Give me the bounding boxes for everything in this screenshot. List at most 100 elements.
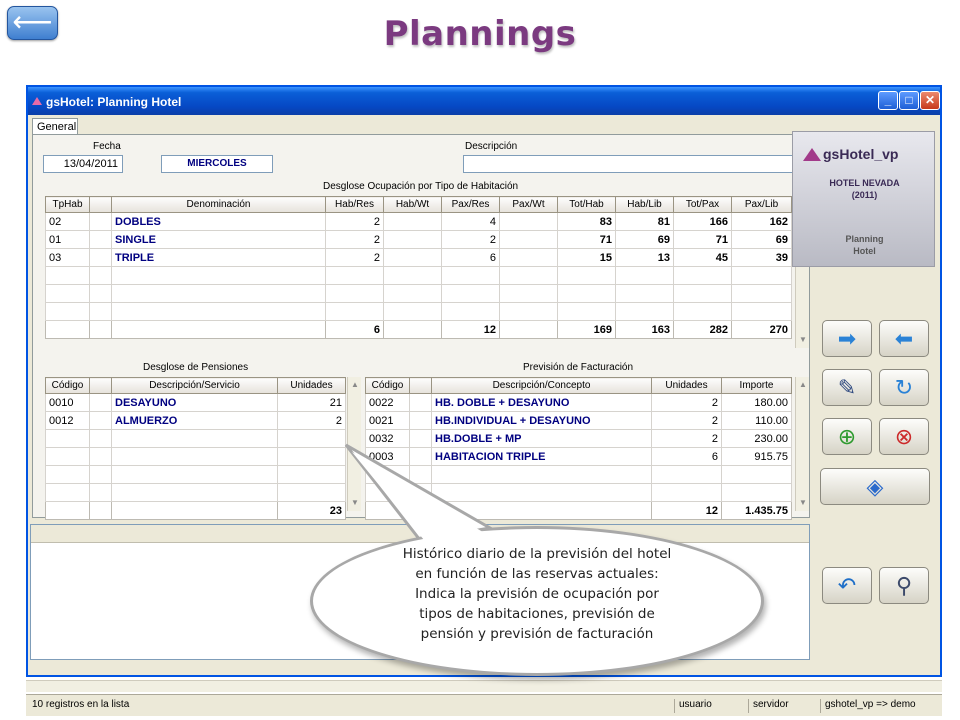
col-header[interactable]: Hab/Lib — [615, 196, 674, 213]
cell-unidades: 2 — [651, 411, 722, 430]
cell-descripcion: ALMUERZO — [111, 411, 278, 430]
table-row-empty — [45, 284, 792, 303]
status-server: servidor — [748, 699, 789, 713]
col-header[interactable]: Pax/Res — [441, 196, 500, 213]
col-header[interactable]: TpHab — [45, 196, 90, 213]
database-add-icon: ⊕ — [837, 423, 857, 449]
window-titlebar[interactable]: gsHotel: Planning Hotel _ □ ✕ — [28, 87, 940, 115]
cell-pax-wt — [499, 230, 558, 249]
cell-hab-lib: 13 — [615, 248, 674, 267]
billing-scrollbar[interactable]: ▲ ▼ — [795, 377, 809, 511]
callout-line: tipos de habitaciones, previsión de — [419, 606, 655, 622]
col-header[interactable] — [89, 377, 112, 394]
horizontal-scrollbar[interactable] — [26, 680, 942, 692]
cell-tphab: 03 — [45, 248, 90, 267]
col-header[interactable]: Descripción/Servicio — [111, 377, 278, 394]
col-header[interactable] — [89, 196, 112, 213]
view-report-button[interactable]: ◈ — [820, 468, 930, 505]
col-header[interactable]: Unidades — [277, 377, 346, 394]
cell-pax-lib: 69 — [731, 230, 792, 249]
window-title: gsHotel: Planning Hotel — [46, 95, 182, 109]
total-pax-res: 12 — [441, 320, 500, 339]
scroll-down-icon[interactable]: ▼ — [797, 497, 809, 509]
col-header[interactable] — [409, 377, 432, 394]
table-row[interactable]: 0021 HB.INDIVIDUAL + DESAYUNO 2 110.00 — [365, 411, 792, 430]
col-header[interactable]: Denominación — [111, 196, 326, 213]
col-header[interactable]: Importe — [721, 377, 792, 394]
scroll-down-icon[interactable]: ▼ — [349, 497, 361, 509]
col-header[interactable]: Hab/Res — [325, 196, 384, 213]
previous-button[interactable]: ⬅ — [879, 320, 929, 357]
database-delete-icon: ⊗ — [894, 423, 914, 449]
close-button[interactable]: ✕ — [920, 91, 940, 110]
document-refresh-icon: ↻ — [894, 374, 914, 400]
table-row[interactable]: 0003 HABITACION TRIPLE 6 915.75 — [365, 447, 792, 466]
col-header[interactable]: Tot/Pax — [673, 196, 732, 213]
cell-empty — [89, 393, 112, 412]
table-row-empty — [45, 465, 346, 484]
occupancy-header-row: TpHab Denominación Hab/Res Hab/Wt Pax/Re… — [45, 196, 792, 213]
cell-hab-res: 2 — [325, 212, 384, 231]
col-header[interactable]: Código — [365, 377, 410, 394]
refresh-button[interactable]: ↻ — [879, 369, 929, 406]
module-name-line1: Planning — [845, 234, 884, 244]
undo-button[interactable]: ↶ — [822, 567, 872, 604]
fecha-field[interactable]: 13/04/2011 — [43, 155, 123, 173]
arrow-left-icon: ⬅ — [894, 325, 914, 351]
cell-codigo: 0012 — [45, 411, 90, 430]
billing-header-row: Código Descripción/Concepto Unidades Imp… — [365, 377, 792, 394]
minimize-button[interactable]: _ — [878, 91, 898, 110]
cell-unidades: 2 — [651, 429, 722, 448]
cell-empty — [89, 230, 112, 249]
col-header[interactable]: Tot/Hab — [557, 196, 616, 213]
scroll-up-icon[interactable]: ▲ — [797, 379, 809, 391]
table-row[interactable]: 03 TRIPLE 2 6 15 13 45 39 — [45, 248, 792, 267]
cell-tot-pax: 166 — [673, 212, 732, 231]
status-bar: 10 registros en la lista usuario servido… — [26, 694, 942, 716]
table-row[interactable]: 02 DOBLES 2 4 83 81 166 162 — [45, 212, 792, 231]
cell-unidades: 21 — [277, 393, 346, 412]
search-button[interactable]: ⚲ — [879, 567, 929, 604]
cell-concepto: HB. DOBLE + DESAYUNO — [431, 393, 652, 412]
cell-tot-hab: 71 — [557, 230, 616, 249]
maximize-button[interactable]: □ — [899, 91, 919, 110]
status-record-count: 10 registros en la lista — [32, 699, 130, 710]
table-row-empty — [45, 447, 346, 466]
occupancy-table: TpHab Denominación Hab/Res Hab/Wt Pax/Re… — [45, 196, 792, 339]
scroll-down-icon[interactable]: ▼ — [797, 334, 809, 346]
back-button[interactable]: ⟵ — [7, 6, 58, 40]
table-row[interactable]: 0022 HB. DOBLE + DESAYUNO 2 180.00 — [365, 393, 792, 412]
cell-hab-wt — [383, 248, 442, 267]
hotel-name: HOTEL NEVADA — [829, 178, 900, 188]
edit-button[interactable]: ✎ — [822, 369, 872, 406]
cell-codigo: 0022 — [365, 393, 410, 412]
report-view-icon: ◈ — [866, 473, 884, 499]
col-header[interactable]: Pax/Lib — [731, 196, 792, 213]
pensions-scrollbar[interactable]: ▲ ▼ — [347, 377, 361, 511]
cell-empty — [89, 411, 112, 430]
scroll-up-icon[interactable]: ▲ — [349, 379, 361, 391]
cell-unidades: 6 — [651, 447, 722, 466]
cell-importe: 915.75 — [721, 447, 792, 466]
cell-pax-wt — [499, 212, 558, 231]
table-row[interactable]: 0012 ALMUERZO 2 — [45, 411, 346, 430]
cell-tot-pax: 45 — [673, 248, 732, 267]
col-header[interactable]: Hab/Wt — [383, 196, 442, 213]
col-header[interactable]: Unidades — [651, 377, 722, 394]
descripcion-field[interactable] — [463, 155, 793, 173]
table-row-empty — [365, 483, 792, 502]
cell-tot-hab: 15 — [557, 248, 616, 267]
col-header[interactable]: Descripción/Concepto — [431, 377, 652, 394]
total-hab-lib: 163 — [615, 320, 674, 339]
app-logo-icon — [32, 97, 42, 105]
table-row[interactable]: 0010 DESAYUNO 21 — [45, 393, 346, 412]
tab-general[interactable]: General — [32, 118, 78, 135]
callout-line: Indica la previsión de ocupación por — [415, 586, 659, 602]
col-header[interactable]: Pax/Wt — [499, 196, 558, 213]
table-row[interactable]: 01 SINGLE 2 2 71 69 71 69 — [45, 230, 792, 249]
table-row[interactable]: 0032 HB.DOBLE + MP 2 230.00 — [365, 429, 792, 448]
add-record-button[interactable]: ⊕ — [822, 418, 872, 455]
col-header[interactable]: Código — [45, 377, 90, 394]
next-button[interactable]: ➡ — [822, 320, 872, 357]
delete-record-button[interactable]: ⊗ — [879, 418, 929, 455]
